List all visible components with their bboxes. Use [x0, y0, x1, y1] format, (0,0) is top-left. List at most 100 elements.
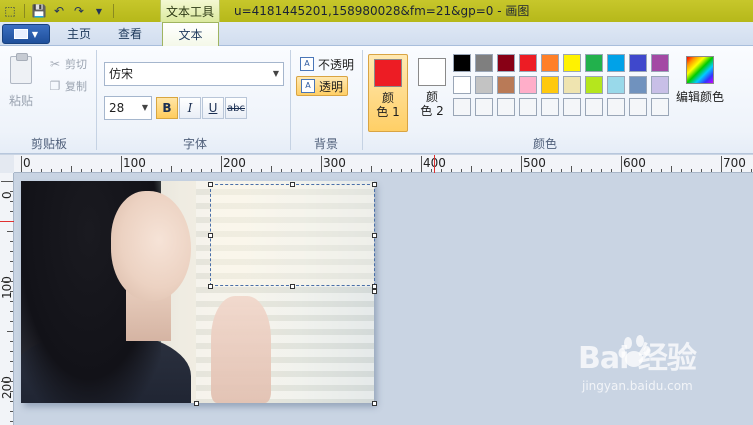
ruler-tick-mark [521, 156, 522, 172]
ruler-tick-mark [711, 169, 712, 172]
palette-swatch[interactable] [563, 98, 581, 116]
ruler-tick-mark [10, 261, 13, 262]
font-family-dropdown[interactable]: 仿宋 ▼ [104, 62, 284, 86]
palette-swatch[interactable] [629, 76, 647, 94]
palette-swatch[interactable] [541, 54, 559, 72]
palette-swatch[interactable] [651, 54, 669, 72]
color1-button[interactable]: 颜 色 1 [368, 54, 408, 132]
palette-swatch[interactable] [453, 54, 471, 72]
canvas-resize-handle[interactable] [372, 289, 377, 294]
ruler-tick-mark [181, 169, 182, 172]
resize-handle[interactable] [372, 233, 377, 238]
palette-swatch[interactable] [497, 98, 515, 116]
undo-icon[interactable]: ↶ [51, 3, 67, 19]
redo-icon[interactable]: ↷ [71, 3, 87, 19]
palette-swatch[interactable] [519, 98, 537, 116]
resize-handle[interactable] [208, 284, 213, 289]
color2-label-line2: 色 2 [420, 104, 444, 118]
edit-colors-button[interactable]: 编辑颜色 [672, 54, 728, 105]
tab-home[interactable]: 主页 [58, 22, 100, 46]
scissors-icon: ✂ [49, 57, 61, 71]
ruler-tick-mark [10, 241, 13, 242]
ruler-tick-mark [321, 156, 322, 172]
tab-text[interactable]: 文本 [162, 22, 219, 47]
palette-swatch[interactable] [585, 98, 603, 116]
customize-toolbar-icon[interactable]: ▼ [91, 3, 107, 19]
palette-swatch[interactable] [563, 76, 581, 94]
resize-handle[interactable] [290, 284, 295, 289]
ruler-tick-mark [731, 169, 732, 172]
strikethrough-button[interactable]: abc [225, 97, 247, 119]
quick-access-toolbar: ⬚ 💾 ↶ ↷ ▼ [0, 0, 116, 22]
ruler-tick-mark [10, 191, 13, 192]
palette-swatch[interactable] [497, 76, 515, 94]
palette-swatch[interactable] [541, 76, 559, 94]
ruler-tick-mark [691, 169, 692, 172]
ruler-tick-mark [541, 169, 542, 172]
ruler-tick-mark [10, 351, 13, 352]
paste-icon[interactable] [10, 53, 32, 84]
palette-swatch[interactable] [607, 54, 625, 72]
palette-swatch[interactable] [563, 54, 581, 72]
palette-swatch[interactable] [629, 54, 647, 72]
ruler-tick-mark [751, 169, 752, 172]
palette-swatch[interactable] [629, 98, 647, 116]
ruler-tick-mark [351, 169, 352, 172]
italic-button[interactable]: I [179, 97, 201, 119]
palette-swatch[interactable] [519, 54, 537, 72]
palette-swatch[interactable] [453, 98, 471, 116]
opaque-option[interactable]: A 不透明 [296, 54, 358, 74]
palette-swatch[interactable] [585, 76, 603, 94]
group-divider [362, 50, 363, 150]
ruler-tick-mark [741, 169, 742, 172]
palette-swatch[interactable] [651, 76, 669, 94]
underline-button[interactable]: U [202, 97, 224, 119]
ruler-tick-mark [621, 156, 622, 172]
palette-swatch[interactable] [475, 76, 493, 94]
ruler-tick-mark [101, 169, 102, 172]
resize-handle[interactable] [208, 233, 213, 238]
copy-button[interactable]: ❐ 复制 [48, 77, 87, 95]
ruler-tick-label: 0 [23, 156, 31, 170]
palette-swatch[interactable] [497, 54, 515, 72]
tab-view[interactable]: 查看 [108, 22, 152, 46]
color2-button[interactable]: 颜 色 2 [412, 54, 452, 132]
save-icon[interactable]: 💾 [31, 3, 47, 19]
palette-swatch[interactable] [475, 54, 493, 72]
palette-swatch[interactable] [475, 98, 493, 116]
palette-swatch[interactable] [607, 76, 625, 94]
ruler-tick-mark [431, 169, 432, 172]
canvas-resize-handle[interactable] [194, 401, 199, 406]
ruler-tick-label: 100 [0, 276, 14, 299]
group-label-background: 背景 [313, 137, 338, 151]
color-palette [453, 54, 669, 116]
paint-menu-button[interactable]: ▼ [2, 24, 50, 44]
bold-button[interactable]: B [156, 97, 178, 119]
ruler-tick-mark [10, 271, 13, 272]
canvas-resize-handle[interactable] [372, 401, 377, 406]
ruler-tick-mark [291, 169, 292, 172]
ruler-tick-mark [401, 169, 402, 172]
ruler-tick-mark [241, 169, 242, 172]
font-size-dropdown[interactable]: 28 ▼ [104, 96, 152, 120]
ruler-tick-mark [121, 156, 122, 172]
app-menu-icon[interactable]: ⬚ [2, 3, 18, 19]
ruler-tick-mark [471, 166, 472, 172]
palette-swatch[interactable] [541, 98, 559, 116]
resize-handle[interactable] [372, 182, 377, 187]
transparent-option[interactable]: A 透明 [296, 76, 349, 96]
horizontal-ruler: 0100200300400500600700 [0, 155, 753, 173]
paste-button-label[interactable]: 粘贴 [9, 92, 33, 109]
ruler-tick-mark [10, 371, 13, 372]
palette-swatch[interactable] [585, 54, 603, 72]
palette-swatch[interactable] [519, 76, 537, 94]
palette-swatch[interactable] [607, 98, 625, 116]
palette-swatch[interactable] [651, 98, 669, 116]
resize-handle[interactable] [290, 182, 295, 187]
cut-button[interactable]: ✂ 剪切 [48, 55, 87, 73]
ruler-tick-mark [451, 169, 452, 172]
palette-swatch[interactable] [453, 76, 471, 94]
text-box-selection[interactable] [210, 184, 375, 286]
resize-handle[interactable] [208, 182, 213, 187]
paw-logo-icon [618, 335, 651, 367]
